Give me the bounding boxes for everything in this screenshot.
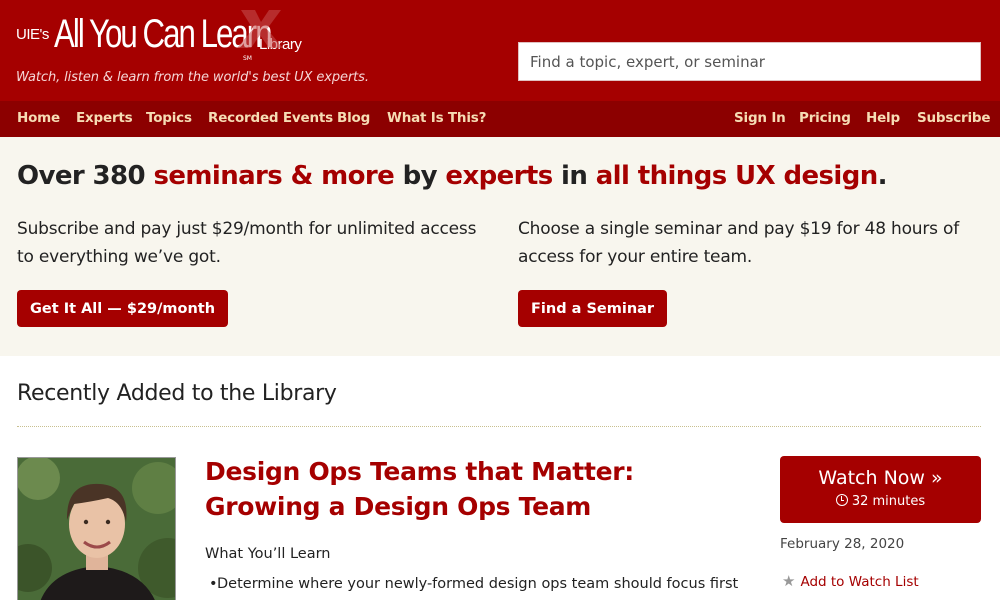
duration-text: 32 minutes [851,494,926,509]
nav-what-is-this[interactable]: What Is This? [387,110,486,126]
nav-blog[interactable]: Blog [337,110,370,126]
site-header: UIE's All You Can Learn SM Library Watch… [0,0,1000,101]
subscribe-copy: Subscribe and pay just $29/month for unl… [17,219,477,267]
nav-pricing[interactable]: Pricing [799,110,851,126]
headline-experts-link[interactable]: experts [445,161,553,191]
nav-topics[interactable]: Topics [146,110,192,126]
logo-prefix: UIE's [16,26,49,43]
add-to-watch-list-link[interactable]: ★ Add to Watch List [782,572,919,590]
learn-bullet: Determine where your newly-formed design… [209,576,738,592]
logo-x-mark-icon [237,10,283,48]
duration: 32 minutes [780,494,981,509]
nav-help[interactable]: Help [866,110,900,126]
headline-text: . [877,161,888,191]
what-you-learn-label: What You’ll Learn [205,546,331,562]
watch-now-label: Watch Now » [818,467,943,489]
hero-section: Over 380 seminars & more by experts in a… [0,137,1000,356]
logo-servicemark: SM [243,55,252,62]
headline-ux-design-link[interactable]: all things UX design [596,161,878,191]
nav-recorded-events[interactable]: Recorded Events [208,110,333,126]
clock-icon [835,494,848,506]
nav-sign-in[interactable]: Sign In [734,110,786,126]
watch-now-button[interactable]: Watch Now » 32 minutes [780,456,981,523]
section-divider [17,426,981,427]
find-seminar-button[interactable]: Find a Seminar [518,290,668,327]
search-input[interactable] [518,42,981,81]
headline-text: by [394,161,446,191]
main-nav: Home Experts Topics Recorded Events Blog… [0,101,1000,137]
headline-text: in [552,161,596,191]
recently-added-heading: Recently Added to the Library [17,381,337,406]
speaker-photo[interactable] [17,457,176,600]
nav-home[interactable]: Home [17,110,60,126]
get-it-all-button[interactable]: Get It All — $29/month [17,290,229,327]
watch-list-label: Add to Watch List [800,574,919,590]
headline-seminars-link[interactable]: seminars & more [153,161,394,191]
headline-text: Over 380 [17,161,154,191]
hero-headline: Over 380 seminars & more by experts in a… [17,161,888,191]
publish-date: February 28, 2020 [780,536,905,552]
site-tagline: Watch, listen & learn from the world's b… [16,70,369,85]
single-seminar-copy: Choose a single seminar and pay $19 for … [518,219,960,267]
nav-experts[interactable]: Experts [76,110,133,126]
seminar-title-link[interactable]: Design Ops Teams that Matter: Growing a … [205,454,750,524]
nav-subscribe[interactable]: Subscribe [917,110,991,126]
star-icon: ★ [782,572,796,590]
